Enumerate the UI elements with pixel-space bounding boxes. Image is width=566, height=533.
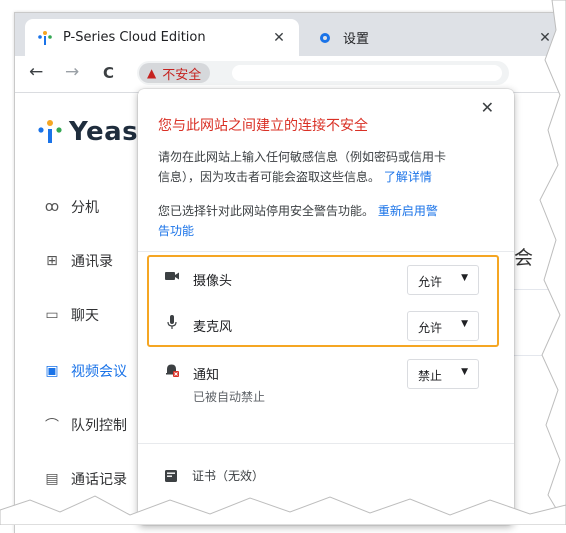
chat-icon: ▭	[45, 307, 59, 323]
permission-label: 摄像头	[193, 274, 233, 289]
permission-status-note: 已被自动禁止	[193, 390, 266, 404]
sidebar-item-queue-control[interactable]: ⌒ 队列控制	[43, 415, 127, 435]
sidebar-item-label: 队列控制	[71, 418, 127, 434]
reenable-link-part: 重新启用警	[377, 204, 438, 218]
camera-permission-select[interactable]: 允许 ▼	[407, 265, 479, 295]
learn-more-link[interactable]: 了解详情	[384, 170, 432, 184]
warnings-disabled-text: 您已选择针对此网站停用安全警告功能。 重新启用警告功能	[158, 201, 498, 241]
sidebar-item-extensions[interactable]: ꝏ 分机	[43, 197, 99, 217]
logo: Yeast	[37, 117, 151, 147]
tab-strip: P-Series Cloud Edition ✕ 设置 ✕	[15, 13, 566, 56]
disabled-note: 您已选择针对此网站停用安全警告功能。	[158, 204, 375, 218]
certificate-row[interactable]: 证书（无效）	[164, 467, 264, 484]
microphone-icon	[167, 315, 177, 329]
sidebar-item-video-conference[interactable]: ▣ 视频会议	[43, 361, 127, 381]
sidebar-item-label: 分机	[71, 200, 99, 216]
reenable-link-part: 告功能	[158, 224, 195, 238]
select-value: 允许	[418, 275, 443, 289]
notifications-permission-select[interactable]: 禁止 ▼	[407, 359, 479, 389]
sidebar-item-label: 聊天	[71, 308, 99, 324]
popup-title: 您与此网站之间建立的连接不安全	[158, 118, 368, 134]
select-value: 允许	[418, 321, 443, 335]
warning-line: 信息），因为攻击者可能会盗取这些信息。	[158, 170, 381, 184]
chevron-down-icon: ▼	[461, 319, 468, 329]
tab-title: P-Series Cloud Edition	[63, 30, 206, 45]
user-list-icon: ꝏ	[44, 199, 60, 215]
permission-microphone: 麦克风 允许 ▼	[156, 306, 496, 346]
permission-camera: 摄像头 允许 ▼	[156, 260, 496, 300]
divider	[138, 251, 514, 252]
warning-icon: ▲	[147, 66, 157, 80]
contacts-icon: ⊞	[46, 253, 58, 269]
permission-label: 麦克风	[193, 320, 233, 335]
microphone-permission-select[interactable]: 允许 ▼	[407, 311, 479, 341]
browser-toolbar: ← → C ▲ 不安全	[15, 56, 566, 93]
gear-icon	[317, 30, 333, 46]
url-text-area[interactable]	[232, 65, 502, 81]
chevron-down-icon: ▼	[461, 273, 468, 283]
select-value: 禁止	[418, 369, 443, 383]
omnibox[interactable]: ▲ 不安全	[137, 61, 509, 85]
close-icon[interactable]: ✕	[481, 98, 494, 117]
close-tab-icon[interactable]: ✕	[537, 30, 553, 46]
reload-button[interactable]: C	[103, 64, 114, 82]
sidebar-item-chat[interactable]: ▭ 聊天	[43, 305, 99, 325]
tab-title: 设置	[343, 32, 370, 47]
sidebar-item-label: 通讯录	[71, 254, 113, 270]
sidebar-item-call-logs[interactable]: ▤ 通话记录	[43, 469, 127, 489]
camera-icon	[165, 272, 179, 280]
sidebar-item-label: 视频会议	[71, 364, 127, 380]
sidebar-item-contacts[interactable]: ⊞ 通讯录	[43, 251, 113, 271]
divider	[138, 443, 514, 444]
permission-label: 通知	[193, 368, 220, 383]
warning-line: 请勿在此网站上输入任何敏感信息（例如密码或信用卡	[158, 150, 447, 164]
certificate-label: 证书（无效）	[192, 469, 265, 483]
permission-notifications: 通知 已被自动禁止 禁止 ▼	[156, 354, 496, 414]
back-button[interactable]: ←	[29, 62, 43, 82]
site-info-popup: ✕ 您与此网站之间建立的连接不安全 请勿在此网站上输入任何敏感信息（例如密码或信…	[138, 89, 514, 525]
certificate-icon	[165, 469, 177, 482]
headset-icon: ⌒	[45, 418, 59, 434]
chevron-down-icon: ▼	[461, 367, 468, 377]
yeastar-favicon-icon	[37, 30, 53, 46]
tab-settings[interactable]: 设置 ✕	[305, 19, 565, 56]
notification-blocked-icon	[166, 364, 179, 377]
video-conference-icon: ▣	[45, 363, 59, 379]
security-warning-text: 请勿在此网站上输入任何敏感信息（例如密码或信用卡 信息），因为攻击者可能会盗取这…	[158, 147, 498, 187]
forward-button[interactable]: →	[65, 62, 79, 82]
call-log-icon: ▤	[45, 471, 59, 487]
tab-p-series[interactable]: P-Series Cloud Edition ✕	[25, 19, 299, 56]
security-status-chip[interactable]: ▲ 不安全	[139, 63, 211, 83]
close-tab-icon[interactable]: ✕	[271, 30, 287, 46]
security-status-label: 不安全	[162, 67, 202, 83]
yeastar-logo-icon	[38, 120, 62, 143]
sidebar-item-label: 通话记录	[71, 472, 127, 488]
